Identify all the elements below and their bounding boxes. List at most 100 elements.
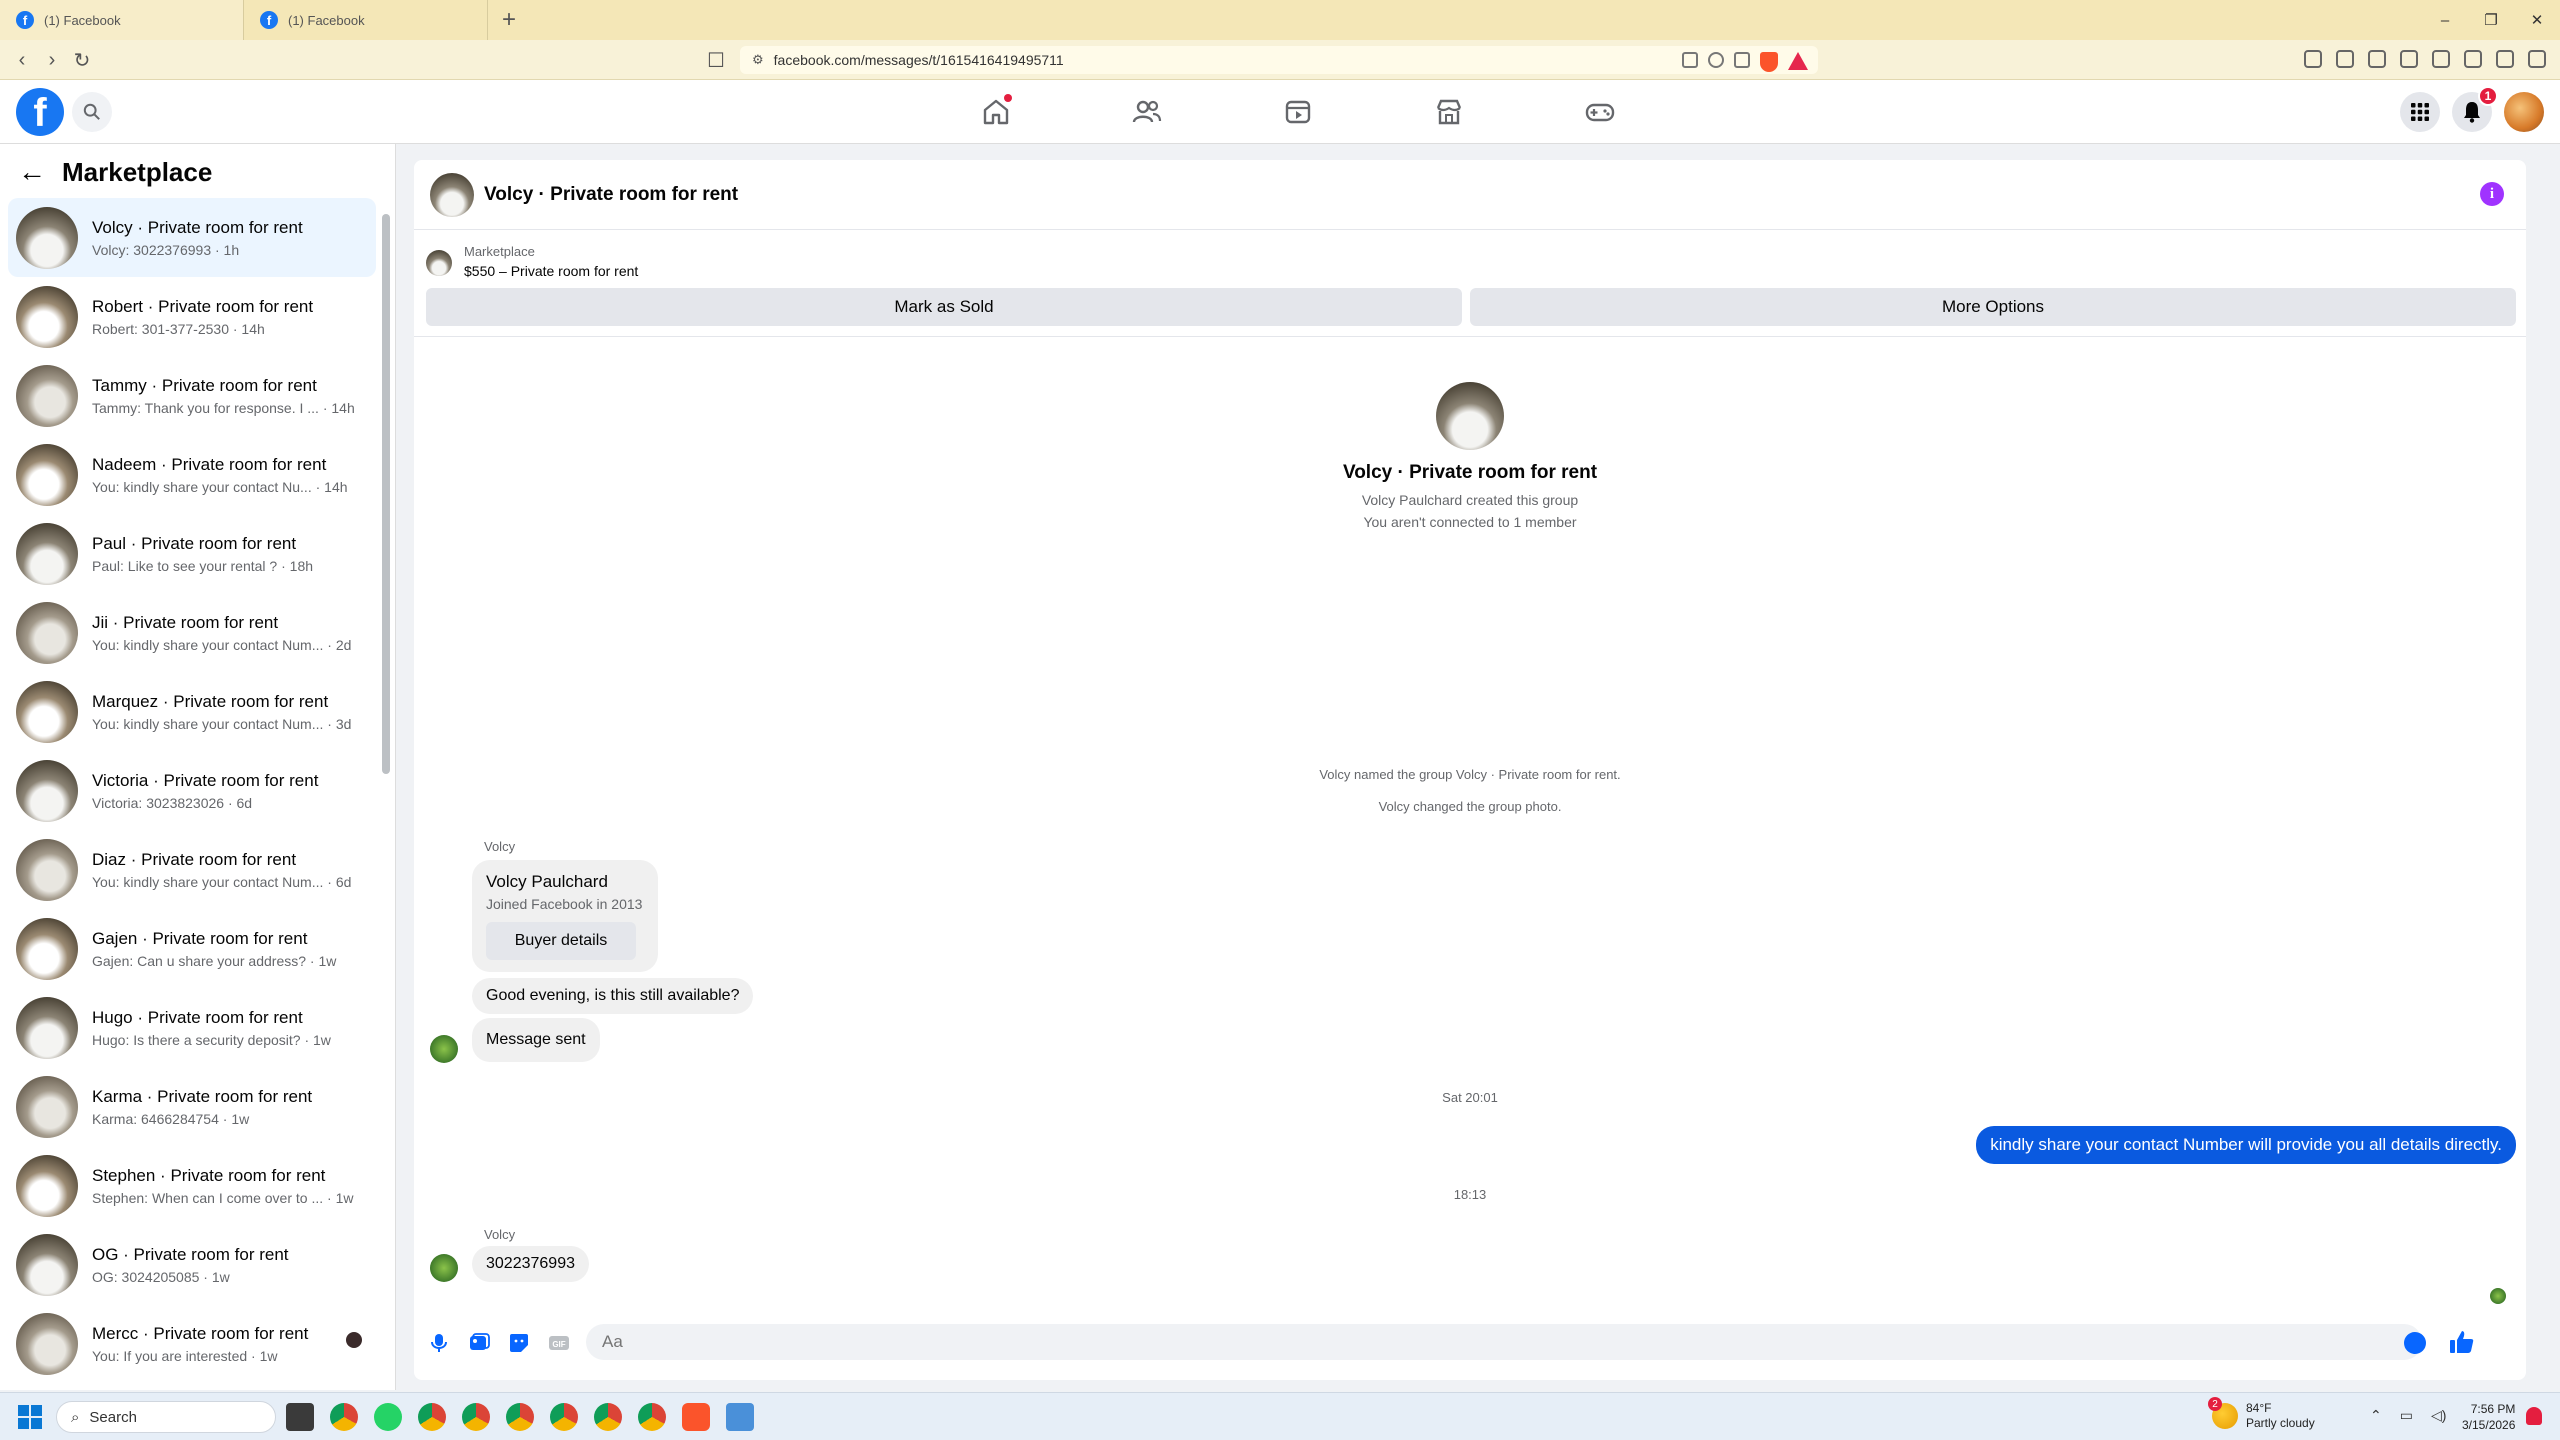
divider (414, 336, 2526, 337)
outgoing-message[interactable]: kindly share your contact Number will pr… (1976, 1126, 2516, 1164)
file-explorer-icon[interactable] (286, 1403, 314, 1431)
maximize-button[interactable]: ❐ (2468, 0, 2514, 40)
conversation-item[interactable]: Mercc · Private room for rent You: If you… (8, 1304, 376, 1383)
conversation-item[interactable]: Paul · Private room for rent Paul: Like t… (8, 514, 376, 593)
chrome-profile-icon[interactable] (418, 1403, 446, 1431)
emoji-icon[interactable] (2404, 1332, 2426, 1354)
conversation-item[interactable]: Volcy · Private room for rent Volcy: 3022… (8, 198, 376, 277)
thumbs-up-icon[interactable] (2448, 1328, 2476, 1356)
conversation-item[interactable]: OG · Private room for rent OG: 3024205085… (8, 1225, 376, 1304)
search-button[interactable] (72, 92, 112, 132)
sticker-icon[interactable] (508, 1332, 530, 1354)
chrome-profile-icon[interactable] (550, 1403, 578, 1431)
incoming-message[interactable]: 3022376993 (472, 1246, 589, 1282)
snipping-tool-icon[interactable] (726, 1403, 754, 1431)
back-arrow-icon[interactable]: ‹ (10, 48, 34, 72)
bookmark-icon[interactable]: ☐ (704, 48, 728, 72)
account-avatar[interactable] (2504, 92, 2544, 132)
group-created-text: Volcy Paulchard created this group (1361, 492, 1579, 508)
mark-as-sold-button[interactable]: Mark as Sold (426, 288, 1462, 326)
back-arrow-icon[interactable]: ← (18, 156, 46, 188)
microphone-icon[interactable] (428, 1332, 450, 1354)
chrome-profile-icon[interactable] (594, 1403, 622, 1431)
search-icon (83, 103, 100, 120)
ai-icon[interactable] (2432, 50, 2450, 68)
conversation-item[interactable]: Diaz · Private room for rent You: kindly … (8, 830, 376, 909)
reading-list-icon[interactable] (2336, 50, 2354, 68)
taskbar-clock[interactable]: 7:56 PM 3/15/2026 (2462, 1401, 2515, 1433)
weather-badge: 2 (2208, 1397, 2222, 1411)
video-nav-button[interactable] (1222, 80, 1373, 144)
notifications-button[interactable]: 1 (2452, 86, 2498, 132)
gaming-nav-button[interactable] (1524, 80, 1675, 144)
menu-icon[interactable] (2528, 50, 2546, 68)
conversation-item[interactable]: Karma · Private room for rent Karma: 6466… (8, 1067, 376, 1146)
minimize-button[interactable]: – (2422, 0, 2468, 40)
close-window-button[interactable]: ✕ (2514, 0, 2560, 40)
address-bar[interactable]: ⚙ facebook.com/messages/t/16154164194957… (740, 46, 1818, 74)
extensions-icon[interactable] (2304, 50, 2322, 68)
browser-tab-bar: f (1) Facebook f (1) Facebook + – ❐ ✕ (0, 0, 2560, 40)
network-icon[interactable]: ▭ (2400, 1407, 2413, 1424)
facebook-favicon-icon: f (260, 11, 278, 29)
conversation-item[interactable]: Nadeem · Private room for rent You: kindl… (8, 435, 376, 514)
conversation-item[interactable]: Marquez · Private room for rent You: kind… (8, 672, 376, 751)
incoming-message[interactable]: Good evening, is this still available? (472, 978, 754, 1014)
whatsapp-icon[interactable] (374, 1403, 402, 1431)
brave-browser-icon[interactable] (682, 1403, 710, 1431)
conversation-item[interactable]: Robert · Private room for rent Robert: 30… (8, 277, 376, 356)
conversation-item[interactable]: Tammy · Private room for rent Tammy: Than… (8, 356, 376, 435)
forward-arrow-icon[interactable]: › (40, 48, 64, 72)
incoming-message[interactable]: Message sent (472, 1018, 600, 1062)
weather-widget[interactable]: 2 84°F Partly cloudy (2208, 1397, 2315, 1431)
conversation-item[interactable]: Gajen · Private room for rent Gajen: Can … (8, 909, 376, 988)
group-avatar[interactable] (430, 172, 474, 217)
notification-bell-icon[interactable] (2526, 1407, 2542, 1425)
zoom-icon[interactable] (1708, 52, 1724, 68)
marketplace-listing-info[interactable]: Marketplace $550 – Private room for rent (426, 244, 638, 279)
vpn-icon[interactable] (2464, 50, 2482, 68)
chat-title[interactable]: Volcy · Private room for rent (484, 184, 738, 206)
conversation-title: Robert · Private room for rent (92, 296, 314, 316)
conversation-item[interactable]: Jii · Private room for rent You: kindly s… (8, 593, 376, 672)
gif-icon[interactable]: GIF (548, 1332, 570, 1354)
reload-icon[interactable]: ↻ (70, 48, 94, 72)
sidebar-toggle-icon[interactable] (2368, 50, 2386, 68)
new-tab-button[interactable]: + (502, 6, 516, 34)
message-sender: Volcy (484, 839, 516, 854)
photo-icon[interactable] (468, 1332, 490, 1354)
message-input[interactable] (586, 1324, 2422, 1360)
browser-tab[interactable]: f (1) Facebook (244, 0, 488, 40)
windows-start-icon[interactable] (18, 1405, 42, 1429)
chevron-up-icon[interactable]: ⌃ (2370, 1407, 2382, 1424)
conversation-preview: You: kindly share your contact Nu... · 1… (92, 478, 348, 495)
facebook-logo-icon[interactable]: f (16, 88, 64, 136)
listing-thumbnail (16, 917, 78, 980)
home-nav-button[interactable] (920, 80, 1071, 144)
brave-rewards-icon[interactable] (1788, 52, 1808, 70)
taskbar-search[interactable]: ⌕ Search (56, 1401, 276, 1433)
chrome-profile-icon[interactable] (462, 1403, 490, 1431)
info-icon[interactable]: i (2480, 182, 2504, 206)
more-options-button[interactable]: More Options (1470, 288, 2516, 326)
browser-tab[interactable]: f (1) Facebook (0, 0, 244, 40)
menu-button[interactable] (2400, 92, 2440, 132)
conversation-item[interactable]: Victoria · Private room for rent Victoria… (8, 751, 376, 830)
marketplace-nav-button[interactable] (1373, 80, 1524, 144)
wallet-icon[interactable] (2400, 50, 2418, 68)
chrome-profile-icon[interactable] (506, 1403, 534, 1431)
volume-icon[interactable]: ◁) (2431, 1407, 2446, 1424)
chrome-profile-icon[interactable] (638, 1403, 666, 1431)
cast-icon[interactable] (1682, 52, 1698, 68)
conversation-item[interactable]: Hugo · Private room for rent Hugo: Is the… (8, 988, 376, 1067)
profile-icon[interactable] (2496, 50, 2514, 68)
sidebar-scrollbar[interactable] (382, 200, 390, 1380)
scrollbar-thumb[interactable] (382, 214, 390, 774)
conversation-item[interactable]: Stephen · Private room for rent Stephen: … (8, 1146, 376, 1225)
site-info-icon[interactable]: ⚙ (752, 52, 764, 68)
share-icon[interactable] (1734, 52, 1750, 68)
friends-nav-button[interactable] (1071, 80, 1222, 144)
chrome-icon[interactable] (330, 1403, 358, 1431)
buyer-details-button[interactable]: Buyer details (486, 922, 636, 960)
brave-shield-icon[interactable] (1760, 52, 1778, 72)
